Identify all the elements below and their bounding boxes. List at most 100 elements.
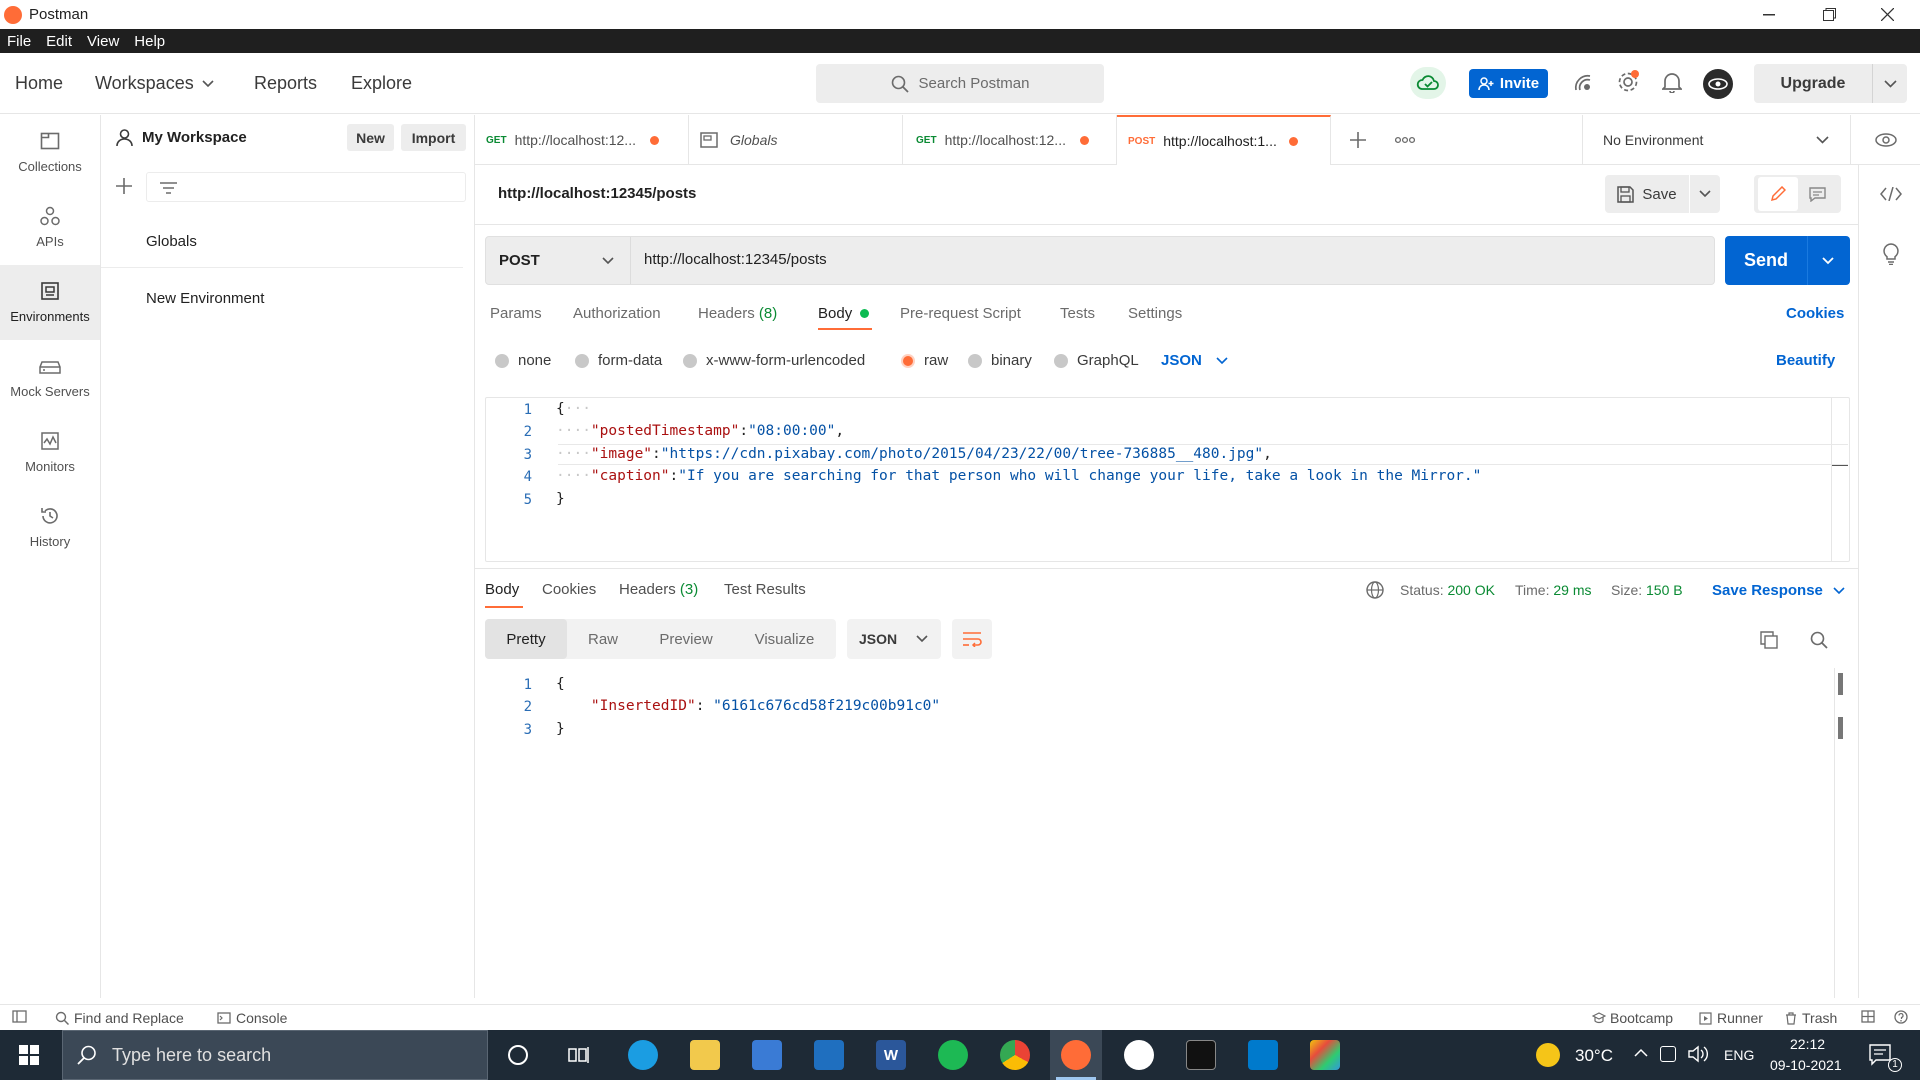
nav-workspaces[interactable]: Workspaces [95, 73, 214, 94]
console-button[interactable]: Console [217, 1010, 287, 1026]
response-tab-body[interactable]: Body [485, 581, 519, 598]
tab-request-2[interactable]: GET http://localhost:12... [903, 115, 1117, 165]
weather-icon[interactable] [1536, 1043, 1560, 1067]
scrollbar-thumb[interactable] [1838, 673, 1843, 695]
search-input[interactable]: Search Postman [816, 64, 1104, 103]
menu-help[interactable]: Help [127, 33, 173, 50]
chevron-down-icon[interactable] [1884, 79, 1897, 88]
file-explorer-icon[interactable] [690, 1040, 720, 1070]
menu-edit[interactable]: Edit [39, 33, 80, 50]
cortana-icon[interactable] [508, 1045, 528, 1065]
request-title[interactable]: http://localhost:12345/posts [498, 185, 696, 202]
import-button[interactable]: Import [401, 124, 466, 151]
bootcamp-button[interactable]: Bootcamp [1592, 1010, 1673, 1026]
close-window-button[interactable] [1864, 0, 1910, 29]
clock-date[interactable]: 09-10-2021 [1770, 1057, 1842, 1073]
scrollbar-thumb[interactable] [1838, 717, 1843, 739]
view-preview[interactable]: Preview [639, 619, 733, 659]
add-icon[interactable] [116, 178, 132, 194]
filter-input[interactable] [146, 172, 466, 202]
spotify-icon[interactable] [938, 1040, 968, 1070]
invite-button[interactable]: Invite [1469, 69, 1548, 98]
environment-quick-look-icon[interactable] [1850, 115, 1920, 165]
list-item[interactable]: Globals [101, 216, 463, 268]
code-icon[interactable] [1880, 187, 1902, 201]
radio-raw[interactable]: raw [901, 352, 948, 369]
list-item[interactable]: New Environment [101, 272, 463, 324]
response-tab-headers[interactable]: Headers (3) [619, 581, 698, 598]
weather-temperature[interactable]: 30°C [1575, 1046, 1613, 1066]
restore-button[interactable] [1806, 0, 1852, 29]
find-replace-button[interactable]: Find and Replace [55, 1010, 184, 1026]
rail-item-history[interactable]: History [0, 490, 100, 565]
mongodb-compass-icon[interactable] [1124, 1040, 1154, 1070]
word-icon[interactable]: W [876, 1040, 906, 1070]
rail-item-collections[interactable]: Collections [0, 115, 100, 190]
globe-icon[interactable] [1366, 581, 1384, 599]
copy-icon[interactable] [1760, 631, 1778, 649]
notifications-bell-icon[interactable] [1662, 71, 1682, 93]
upgrade-button[interactable]: Upgrade [1754, 64, 1907, 103]
minimize-button[interactable] [1746, 0, 1792, 29]
runner-button[interactable]: Runner [1699, 1010, 1763, 1026]
avatar[interactable] [1703, 69, 1733, 99]
rail-item-monitors[interactable]: Monitors [0, 415, 100, 490]
save-options-button[interactable] [1690, 175, 1720, 213]
response-tab-cookies[interactable]: Cookies [542, 581, 596, 598]
windows-start-icon[interactable] [19, 1045, 39, 1065]
environment-selector[interactable]: No Environment [1582, 115, 1850, 165]
radio-graphql[interactable]: GraphQL [1054, 352, 1139, 369]
wrap-lines-button[interactable] [952, 619, 992, 659]
radio-none[interactable]: none [495, 352, 551, 369]
help-icon[interactable] [1894, 1010, 1908, 1024]
url-input[interactable]: http://localhost:12345/posts [644, 251, 827, 268]
lightbulb-icon[interactable] [1882, 243, 1900, 265]
store-icon[interactable] [752, 1040, 782, 1070]
nav-reports[interactable]: Reports [254, 73, 317, 94]
volume-icon[interactable] [1688, 1045, 1708, 1063]
satellite-icon[interactable] [1572, 72, 1594, 94]
tab-pre-request-script[interactable]: Pre-request Script [900, 305, 1021, 322]
menu-view[interactable]: View [80, 33, 127, 50]
new-button[interactable]: New [347, 124, 394, 151]
nav-home[interactable]: Home [15, 73, 63, 94]
git-kraken-icon[interactable] [1310, 1040, 1340, 1070]
view-visualize[interactable]: Visualize [733, 619, 836, 659]
toggle-sidebar-icon[interactable] [12, 1010, 27, 1023]
radio-form-data[interactable]: form-data [575, 352, 662, 369]
more-tabs-icon[interactable] [1395, 136, 1415, 144]
beautify-button[interactable]: Beautify [1776, 352, 1835, 369]
cookies-link[interactable]: Cookies [1786, 305, 1844, 322]
send-button[interactable]: Send [1725, 236, 1850, 285]
mail-icon[interactable] [814, 1040, 844, 1070]
tab-authorization[interactable]: Authorization [573, 305, 661, 322]
trash-button[interactable]: Trash [1785, 1010, 1837, 1026]
taskbar-search-input[interactable]: Type here to search [62, 1030, 488, 1080]
tab-request-active[interactable]: POST http://localhost:1... [1117, 115, 1331, 165]
tab-params[interactable]: Params [490, 305, 542, 322]
tab-headers[interactable]: Headers (8) [698, 305, 777, 322]
response-format-selector[interactable]: JSON [847, 619, 941, 659]
search-response-icon[interactable] [1810, 631, 1828, 649]
view-raw[interactable]: Raw [567, 619, 639, 659]
view-pretty[interactable]: Pretty [485, 619, 567, 659]
tab-request-1[interactable]: GET http://localhost:12... [475, 115, 689, 165]
taskbar-active-app[interactable] [1050, 1030, 1102, 1080]
comments-mode-button[interactable] [1798, 177, 1838, 211]
language-indicator[interactable]: ENG [1724, 1047, 1754, 1063]
nav-explore[interactable]: Explore [351, 73, 412, 94]
terminal-icon[interactable] [1186, 1040, 1216, 1070]
task-view-icon[interactable] [568, 1045, 590, 1065]
tab-body[interactable]: Body [818, 305, 870, 322]
rail-item-mock-servers[interactable]: Mock Servers [0, 340, 100, 415]
response-tab-test-results[interactable]: Test Results [724, 581, 806, 598]
save-response-button[interactable]: Save Response [1712, 582, 1845, 599]
meet-now-icon[interactable] [1660, 1046, 1676, 1062]
radio-x-www-form-urlencoded[interactable]: x-www-form-urlencoded [683, 352, 865, 369]
tab-globals[interactable]: Globals [689, 115, 903, 165]
rail-item-apis[interactable]: APIs [0, 190, 100, 265]
edge-icon[interactable] [628, 1040, 658, 1070]
settings-gear-icon[interactable] [1616, 70, 1640, 94]
rail-item-environments[interactable]: Environments [0, 265, 100, 340]
show-hidden-icons-icon[interactable] [1634, 1048, 1648, 1057]
